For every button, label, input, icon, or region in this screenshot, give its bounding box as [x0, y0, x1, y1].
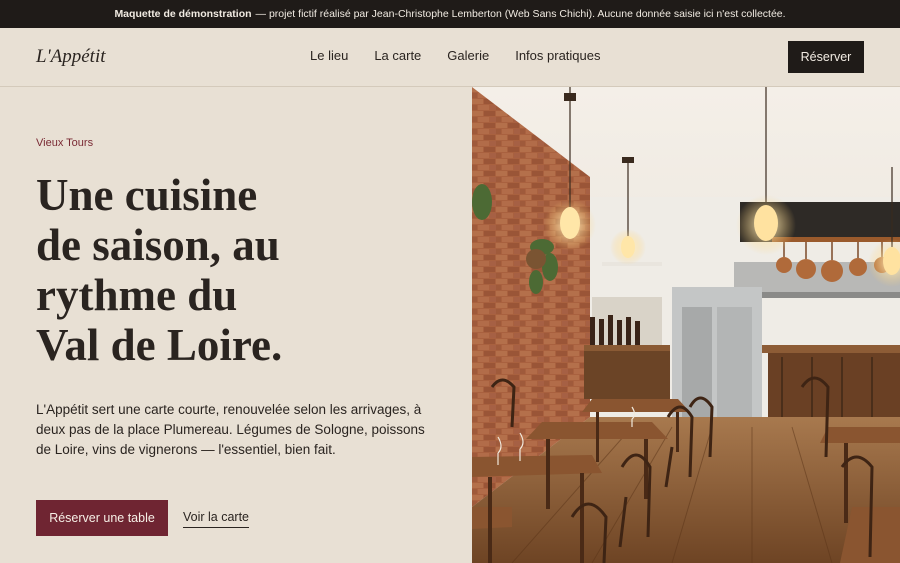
reserve-button[interactable]: Réserver: [788, 41, 864, 73]
reserve-table-button[interactable]: Réserver une table: [36, 500, 168, 536]
nav-item-galerie[interactable]: Galerie: [447, 48, 489, 63]
view-menu-link[interactable]: Voir la carte: [183, 510, 250, 528]
hero-headline: Une cuisine de saison, au rythme du Val …: [36, 170, 436, 370]
nav-item-infos-pratiques[interactable]: Infos pratiques: [515, 48, 600, 63]
headline-line: rythme du: [36, 270, 238, 320]
nav-menu: Le lieu La carte Galerie Infos pratiques: [310, 48, 601, 63]
demo-banner: Maquette de démonstration — projet ficti…: [0, 0, 900, 28]
headline-line: Une cuisine: [36, 170, 258, 220]
site-logo[interactable]: L'Appétit: [36, 46, 106, 68]
hero-description: L'Appétit sert une carte courte, renouve…: [36, 402, 425, 457]
nav-item-la-carte[interactable]: La carte: [374, 48, 421, 63]
demo-banner-title: Maquette de démonstration: [114, 8, 252, 20]
demo-banner-text: — projet fictif réalisé par Jean-Christo…: [255, 8, 786, 20]
headline-line: Val de Loire.: [36, 320, 283, 370]
nav-item-le-lieu[interactable]: Le lieu: [310, 48, 348, 63]
restaurant-interior-photo: [472, 87, 900, 563]
hero-eyebrow: Vieux Tours: [36, 137, 94, 149]
main-navigation: L'Appétit Le lieu La carte Galerie Infos…: [0, 28, 900, 87]
headline-line: de saison, au: [36, 220, 280, 270]
